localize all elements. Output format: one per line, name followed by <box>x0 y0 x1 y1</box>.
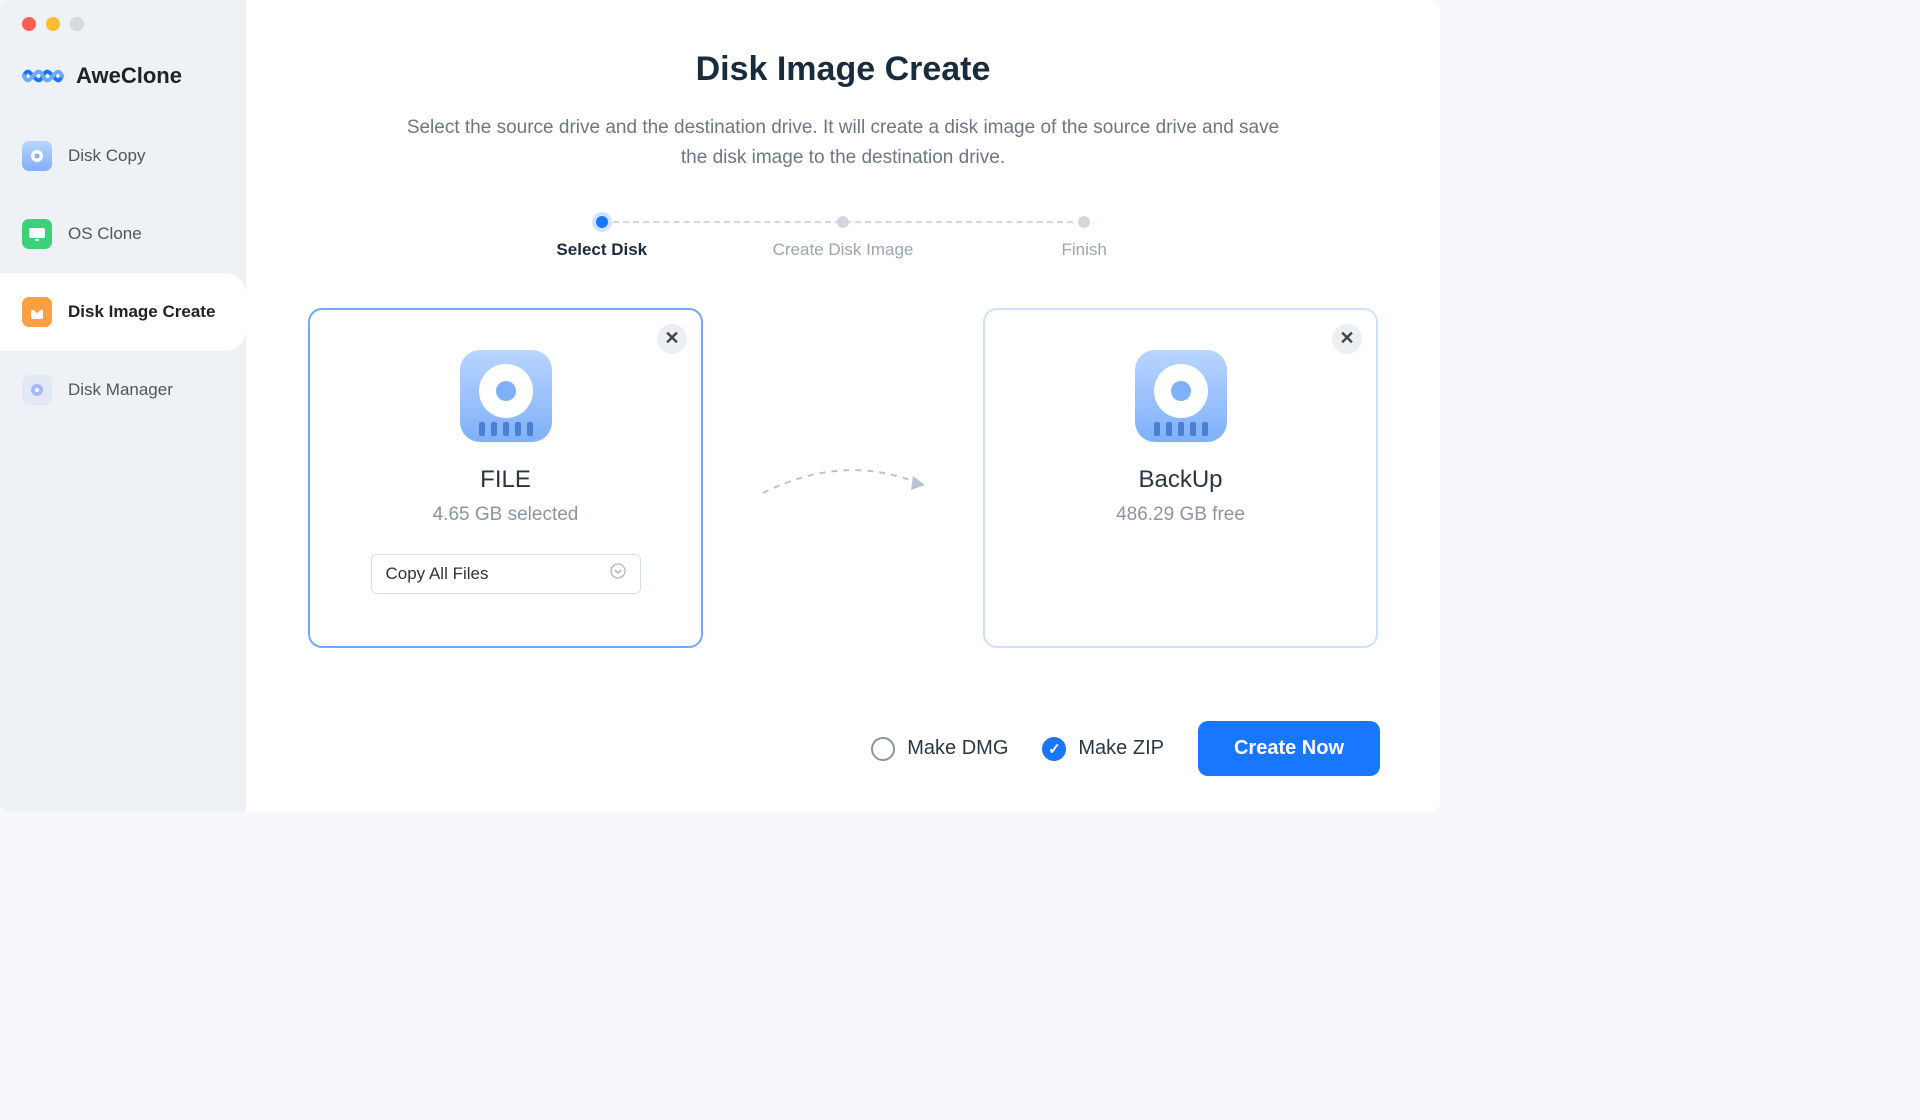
page-title: Disk Image Create <box>306 50 1380 89</box>
create-now-button[interactable]: Create Now <box>1198 721 1380 776</box>
copy-mode-select[interactable]: Copy All Files <box>371 554 641 594</box>
sidebar-item-label: Disk Copy <box>68 146 145 166</box>
sidebar-item-disk-image-create[interactable]: Disk Image Create <box>0 273 246 351</box>
disk-manager-icon <box>22 375 52 405</box>
disk-copy-icon <box>22 141 52 171</box>
step-label: Finish <box>1062 240 1107 260</box>
radio-icon <box>871 737 895 761</box>
main-content: Disk Image Create Select the source driv… <box>246 0 1440 812</box>
app-window: AweClone Disk Copy OS Clone Disk Image C… <box>0 0 1440 812</box>
sidebar-item-disk-manager[interactable]: Disk Manager <box>0 351 246 429</box>
close-icon: ✕ <box>1339 328 1354 349</box>
step-dot-icon <box>596 216 608 228</box>
disk-icon <box>1135 350 1227 442</box>
sidebar-item-label: Disk Image Create <box>68 302 215 322</box>
sidebar-nav: Disk Copy OS Clone Disk Image Create Dis… <box>0 117 246 429</box>
os-clone-icon <box>22 219 52 249</box>
transfer-arrow-icon <box>743 448 943 508</box>
step-create-disk-image: Create Disk Image <box>724 216 962 260</box>
app-header: AweClone <box>0 31 246 117</box>
make-zip-radio[interactable]: Make ZIP <box>1042 737 1164 761</box>
remove-source-button[interactable]: ✕ <box>657 324 687 354</box>
step-label: Select Disk <box>556 240 647 260</box>
close-icon: ✕ <box>664 328 679 349</box>
app-title: AweClone <box>76 63 182 89</box>
step-dot-icon <box>1078 216 1090 228</box>
step-finish: Finish <box>965 216 1203 260</box>
sidebar: AweClone Disk Copy OS Clone Disk Image C… <box>0 0 246 812</box>
maximize-window-icon[interactable] <box>70 17 84 31</box>
step-label: Create Disk Image <box>773 240 914 260</box>
disk-icon <box>460 350 552 442</box>
destination-drive-name: BackUp <box>1138 466 1222 494</box>
radio-icon <box>1042 737 1066 761</box>
copy-mode-value: Copy All Files <box>386 564 489 584</box>
sidebar-item-label: Disk Manager <box>68 380 173 400</box>
chevron-down-icon <box>610 563 626 584</box>
destination-drive-detail: 486.29 GB free <box>1116 504 1245 526</box>
minimize-window-icon[interactable] <box>46 17 60 31</box>
remove-destination-button[interactable]: ✕ <box>1332 324 1362 354</box>
destination-drive-card[interactable]: ✕ BackUp 486.29 GB free <box>983 308 1378 648</box>
step-select-disk: Select Disk <box>483 216 721 260</box>
close-window-icon[interactable] <box>22 17 36 31</box>
source-drive-detail: 4.65 GB selected <box>433 504 579 526</box>
drive-cards: ✕ FILE 4.65 GB selected Copy All Files <box>306 308 1380 648</box>
window-controls <box>0 0 246 31</box>
progress-stepper: Select Disk Create Disk Image Finish <box>483 216 1203 260</box>
bottom-action-bar: Make DMG Make ZIP Create Now <box>871 721 1380 776</box>
sidebar-item-os-clone[interactable]: OS Clone <box>0 195 246 273</box>
sidebar-item-disk-copy[interactable]: Disk Copy <box>0 117 246 195</box>
step-dot-icon <box>837 216 849 228</box>
source-drive-card[interactable]: ✕ FILE 4.65 GB selected Copy All Files <box>308 308 703 648</box>
app-logo-icon <box>22 63 64 89</box>
radio-label: Make DMG <box>907 737 1008 760</box>
radio-label: Make ZIP <box>1078 737 1164 760</box>
disk-image-create-icon <box>22 297 52 327</box>
page-subtitle: Select the source drive and the destinat… <box>393 113 1293 174</box>
sidebar-item-label: OS Clone <box>68 224 142 244</box>
make-dmg-radio[interactable]: Make DMG <box>871 737 1008 761</box>
source-drive-name: FILE <box>480 466 531 494</box>
